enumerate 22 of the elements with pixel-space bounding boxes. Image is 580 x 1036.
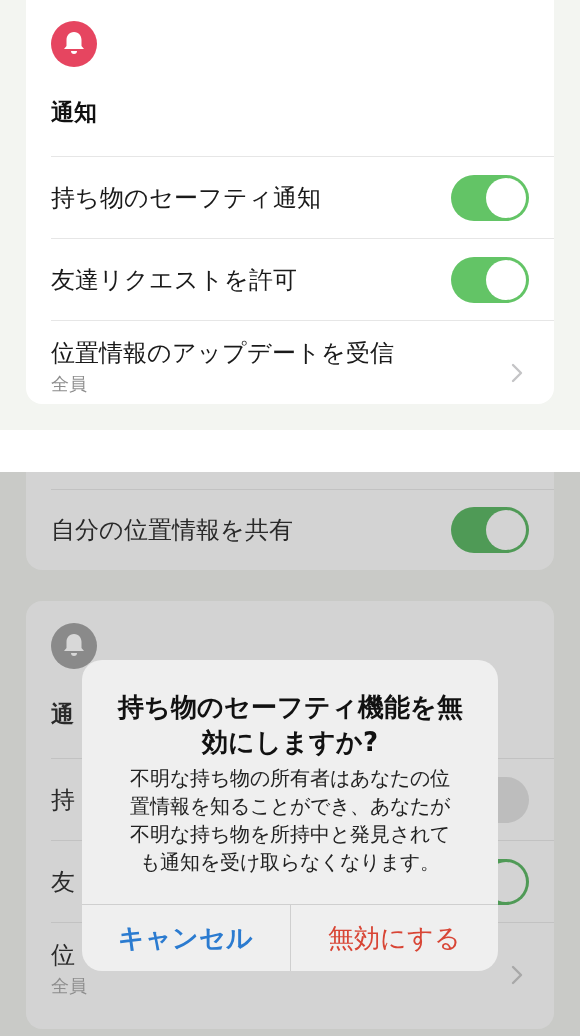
bell-icon	[51, 21, 97, 67]
toggle-switch[interactable]	[451, 256, 529, 303]
row-label: 自分の位置情報を共有	[51, 515, 293, 545]
alert-message: 不明な持ち物の所有者はあなたの位置情報を知ることができ、あなたが不明な持ち物を所持中と発見されても通知を受け取らなくなります。	[129, 765, 451, 876]
bell-icon	[51, 623, 97, 669]
row-label: 位置情報のアップデートを受信	[51, 338, 394, 368]
chevron-icon[interactable]	[511, 965, 523, 985]
chevron-icon[interactable]	[511, 363, 523, 383]
alert-title: 持ち物のセーフティ機能を無効にしますか?	[117, 691, 463, 759]
cancel-button[interactable]: キャンセル	[82, 905, 290, 971]
section-title: 通知	[51, 98, 97, 126]
row-label: 持ち物のセーフティ通知	[51, 182, 321, 213]
row-label: 持	[51, 784, 75, 815]
row-label: 友	[51, 866, 75, 897]
toggle-switch[interactable]	[451, 174, 529, 221]
section-title: 通	[51, 700, 74, 728]
row-label: 位	[51, 940, 76, 970]
row-value: 全員	[51, 372, 88, 396]
row-label: 友達リクエストを許可	[51, 264, 297, 295]
row-value: 全員	[51, 974, 87, 998]
toggle-switch[interactable]	[451, 507, 529, 553]
disable-button[interactable]: 無効にする	[289, 905, 498, 971]
